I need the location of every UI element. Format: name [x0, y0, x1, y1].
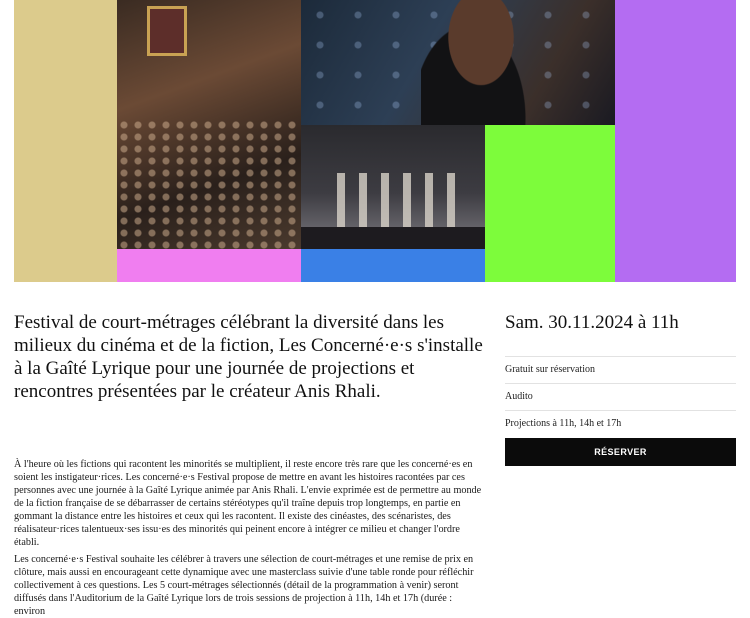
description-paragraph-1: À l'heure où les fictions qui racontent … [14, 459, 482, 548]
painting-frame [147, 6, 187, 56]
portrait-photo [301, 0, 615, 125]
stage-floor [301, 227, 485, 249]
event-lead-text: Festival de court-métrages célébrant la … [14, 312, 483, 402]
pink-color-block [117, 249, 301, 282]
price-info: Gratuit sur réservation [505, 356, 736, 383]
event-info-sidebar: Sam. 30.11.2024 à 11h Gratuit sur réserv… [505, 311, 736, 466]
audience-photo [117, 0, 301, 249]
group-on-stage [331, 173, 455, 227]
description-paragraph-2: Les concerné·e·s Festival souhaite les c… [14, 554, 474, 617]
gold-color-block [14, 0, 117, 282]
schedule-info: Projections à 11h, 14h et 17h [505, 410, 736, 437]
portrait-silhouette [421, 0, 541, 125]
stage-group-photo [301, 125, 485, 249]
reserve-button[interactable]: RÉSERVER [505, 438, 736, 466]
event-date: Sam. 30.11.2024 à 11h [505, 312, 679, 333]
blue-color-block [301, 249, 485, 282]
audience-crowd [117, 119, 301, 249]
green-color-block [485, 125, 615, 282]
violet-color-block [615, 0, 736, 282]
venue-info: Audito [505, 383, 736, 410]
image-collage [14, 0, 736, 282]
